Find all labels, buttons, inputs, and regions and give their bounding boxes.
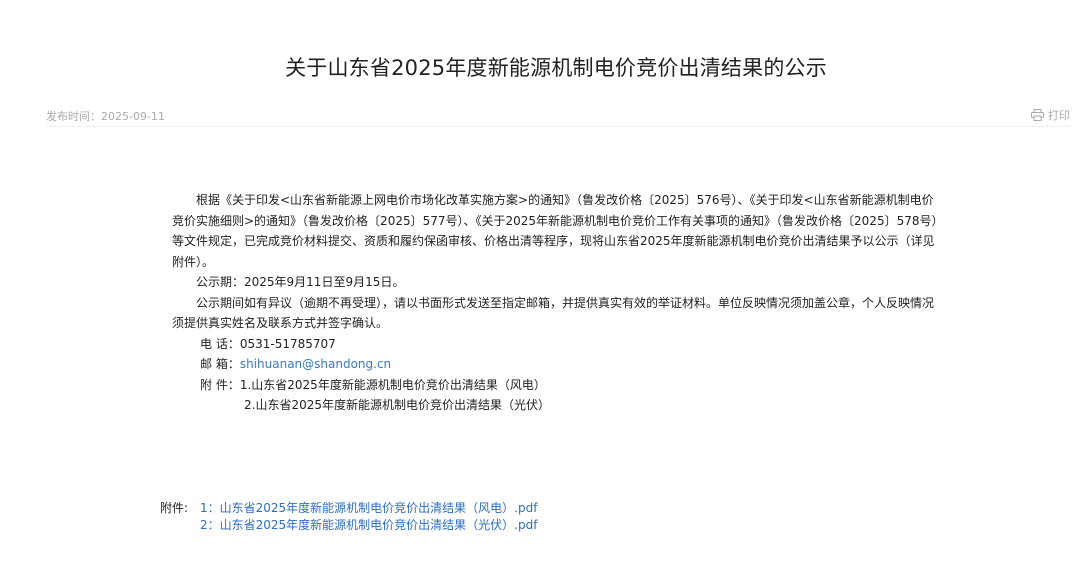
attachment-row: 附件: 1：山东省2025年度新能源机制电价竞价出清结果（风电）.pdf xyxy=(160,500,537,517)
printer-icon xyxy=(1031,109,1044,121)
attachment-link-solar[interactable]: 2：山东省2025年度新能源机制电价竞价出清结果（光伏）.pdf xyxy=(200,517,537,534)
publish-label: 发布时间： xyxy=(46,110,101,123)
email-value[interactable]: shihuanan@shandong.cn xyxy=(240,357,391,371)
paragraph-basis: 根据《关于印发<山东省新能源上网电价市场化改革实施方案>的通知》（鲁发改价格〔2… xyxy=(172,193,944,269)
email-label: 邮 箱： xyxy=(200,357,240,371)
phone-label: 电 话： xyxy=(200,336,240,351)
contact-phone: 电 话：0531-51785707 xyxy=(172,334,944,355)
attachments-label-spacer xyxy=(160,517,200,534)
phone-value: 0531-51785707 xyxy=(239,336,336,351)
page: 关于山东省2025年度新能源机制电价竞价出清结果的公示 发布时间：2025-09… xyxy=(0,0,1080,576)
print-label: 打印 xyxy=(1048,109,1070,122)
attach-item-solar: 2.山东省2025年度新能源机制电价竞价出清结果（光伏） xyxy=(244,398,550,412)
attachment-link-wind[interactable]: 1：山东省2025年度新能源机制电价竞价出清结果（风电）.pdf xyxy=(200,500,537,517)
print-button[interactable]: 打印 xyxy=(1031,107,1070,123)
article-body: 根据《关于印发<山东省新能源上网电价市场化改革实施方案>的通知》（鲁发改价格〔2… xyxy=(172,190,944,416)
page-title: 关于山东省2025年度新能源机制电价竞价出清结果的公示 xyxy=(285,56,827,80)
attachments-label: 附件: xyxy=(160,501,189,515)
attach-item-wind: 1.山东省2025年度新能源机制电价竞价出清结果（风电） xyxy=(239,377,546,392)
paragraph-objection: 公示期间如有异议（逾期不再受理），请以书面形式发送至指定邮箱，并提供真实有效的举… xyxy=(172,295,935,331)
publish-info: 发布时间：2025-09-11 xyxy=(46,108,165,124)
paragraph-period: 公示期：2025年9月11日至9月15日。 xyxy=(196,275,405,289)
publish-date: 2025-09-11 xyxy=(101,110,165,123)
attach-label: 附 件： xyxy=(200,377,240,392)
attachment-downloads: 附件: 1：山东省2025年度新能源机制电价竞价出清结果（风电）.pdf 2：山… xyxy=(160,500,537,533)
meta-bar: 发布时间：2025-09-11 打印 xyxy=(46,106,1070,127)
attachment-list-inline: 附 件：1.山东省2025年度新能源机制电价竞价出清结果（风电） xyxy=(172,375,944,396)
contact-email: 邮 箱：shihuanan@shandong.cn xyxy=(172,354,944,375)
attachment-row: 2：山东省2025年度新能源机制电价竞价出清结果（光伏）.pdf xyxy=(160,517,537,534)
